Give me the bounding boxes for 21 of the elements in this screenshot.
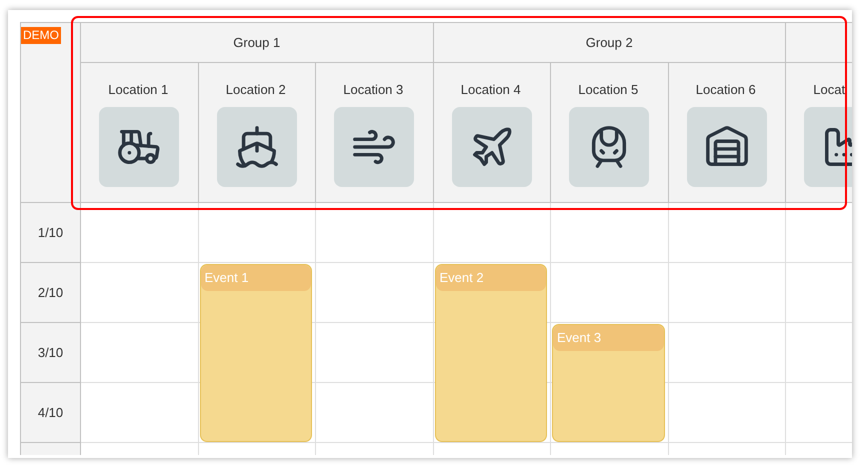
location-header: Location 6	[696, 82, 757, 98]
event-title: Event 1	[200, 265, 311, 291]
group-header: Group 1	[81, 23, 434, 63]
location-header: Location 1	[108, 82, 170, 98]
location-header: Location 3	[343, 82, 404, 98]
event-block[interactable]: Event 1	[200, 264, 312, 442]
location-header: Locat	[813, 82, 846, 98]
row-header: 1/10	[21, 203, 81, 263]
event-block[interactable]: Event 3	[552, 324, 664, 442]
row-header: 2/10	[21, 263, 81, 323]
demo-badge: DEMO	[21, 27, 61, 44]
location-header: Location 2	[226, 82, 287, 98]
event-block[interactable]: Event 2	[434, 264, 547, 442]
location-header: Location 5	[578, 82, 640, 98]
event-title: Event 2	[436, 265, 546, 291]
group-header: Group 2	[434, 23, 786, 63]
row-header: 3/10	[21, 323, 81, 383]
location-header: Location 4	[460, 82, 522, 98]
ship-icon	[234, 124, 280, 170]
row-header: 4/10	[21, 383, 81, 443]
event-title: Event 3	[553, 325, 664, 351]
